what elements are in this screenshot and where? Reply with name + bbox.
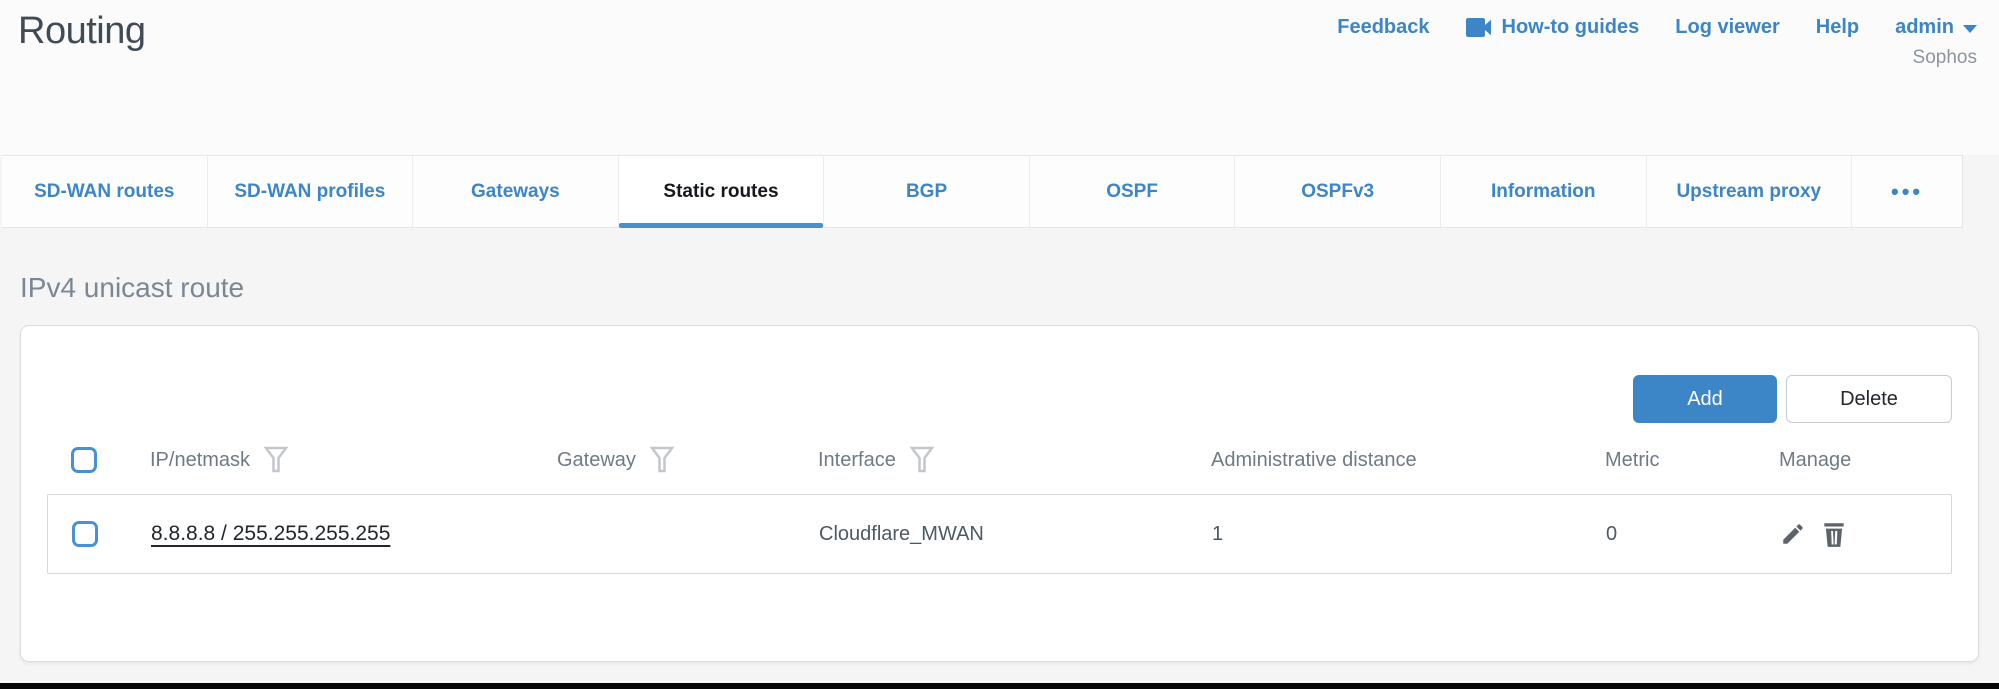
edit-pencil-icon[interactable] (1780, 521, 1806, 547)
tab-sd-wan-routes[interactable]: SD-WAN routes (2, 156, 208, 227)
table-row: 8.8.8.8 / 255.255.255.255 Cloudflare_MWA… (47, 494, 1952, 574)
select-all-checkbox[interactable] (71, 447, 97, 473)
delete-trash-icon[interactable] (1821, 520, 1847, 548)
log-viewer-link[interactable]: Log viewer (1675, 16, 1779, 39)
user-menu-label: admin (1895, 16, 1954, 39)
tab-gateways[interactable]: Gateways (413, 156, 619, 227)
tab-label: SD-WAN profiles (234, 181, 385, 203)
table-header-row: IP/netmask Gateway Interface Administrat… (47, 446, 1952, 474)
tab-upstream-proxy[interactable]: Upstream proxy (1647, 156, 1853, 227)
column-header-manage: Manage (1779, 449, 1851, 472)
cell-interface: Cloudflare_MWAN (819, 523, 1212, 546)
howto-guides-link-label: How-to guides (1502, 16, 1640, 39)
brand-label: Sophos (1913, 47, 1977, 69)
column-header-ip-netmask: IP/netmask (150, 449, 250, 472)
delete-button[interactable]: Delete (1786, 375, 1952, 423)
tab-label: SD-WAN routes (34, 181, 174, 203)
tab-label: Gateways (471, 181, 560, 203)
more-dots-icon: ••• (1891, 179, 1923, 205)
tab-bgp[interactable]: BGP (824, 156, 1030, 227)
ipv4-unicast-route-card: Add Delete IP/netmask Gateway Interface (20, 325, 1979, 662)
chevron-down-icon (1963, 25, 1977, 33)
tab-sd-wan-profiles[interactable]: SD-WAN profiles (208, 156, 414, 227)
add-button[interactable]: Add (1633, 375, 1777, 423)
cell-metric: 0 (1606, 523, 1780, 546)
help-link[interactable]: Help (1816, 16, 1859, 39)
cell-manage (1780, 520, 1951, 548)
column-header-gateway: Gateway (557, 449, 636, 472)
user-menu[interactable]: admin (1895, 16, 1977, 39)
tab-label: Static routes (663, 181, 778, 203)
log-viewer-link-label: Log viewer (1675, 16, 1779, 39)
page-header: Routing Feedback How-to guides Log viewe… (0, 0, 1999, 155)
video-camera-icon (1466, 18, 1493, 37)
utility-nav: Feedback How-to guides Log viewer Help a… (1337, 16, 1977, 155)
tab-ospf[interactable]: OSPF (1030, 156, 1236, 227)
section-title: IPv4 unicast route (20, 228, 1979, 304)
tab-information[interactable]: Information (1441, 156, 1647, 227)
filter-icon[interactable] (264, 446, 288, 474)
tab-ospfv3[interactable]: OSPFv3 (1235, 156, 1441, 227)
filter-icon[interactable] (650, 446, 674, 474)
page-title: Routing (18, 10, 145, 155)
cell-admin-distance: 1 (1212, 523, 1606, 546)
tab-bar: SD-WAN routes SD-WAN profiles Gateways S… (2, 155, 1963, 228)
tab-label: BGP (906, 181, 947, 203)
help-link-label: Help (1816, 16, 1859, 39)
table-toolbar: Add Delete (47, 326, 1952, 423)
feedback-link-label: Feedback (1337, 16, 1429, 39)
filter-icon[interactable] (910, 446, 934, 474)
content-area: IPv4 unicast route Add Delete IP/netmask… (0, 228, 1999, 683)
feedback-link[interactable]: Feedback (1337, 16, 1429, 39)
row-checkbox[interactable] (72, 521, 98, 547)
tab-label: OSPFv3 (1301, 181, 1374, 203)
route-ip-netmask-link[interactable]: 8.8.8.8 / 255.255.255.255 (151, 522, 390, 545)
tab-label: OSPF (1106, 181, 1158, 203)
tab-label: Upstream proxy (1676, 181, 1821, 203)
column-header-metric: Metric (1605, 449, 1659, 472)
howto-guides-link[interactable]: How-to guides (1466, 16, 1640, 39)
screen-bottom-edge (0, 683, 1999, 689)
tab-static-routes[interactable]: Static routes (619, 156, 825, 227)
column-header-interface: Interface (818, 449, 896, 472)
column-header-admin-distance: Administrative distance (1211, 449, 1417, 472)
tab-label: Information (1491, 181, 1596, 203)
tabs-overflow-button[interactable]: ••• (1852, 156, 1962, 227)
